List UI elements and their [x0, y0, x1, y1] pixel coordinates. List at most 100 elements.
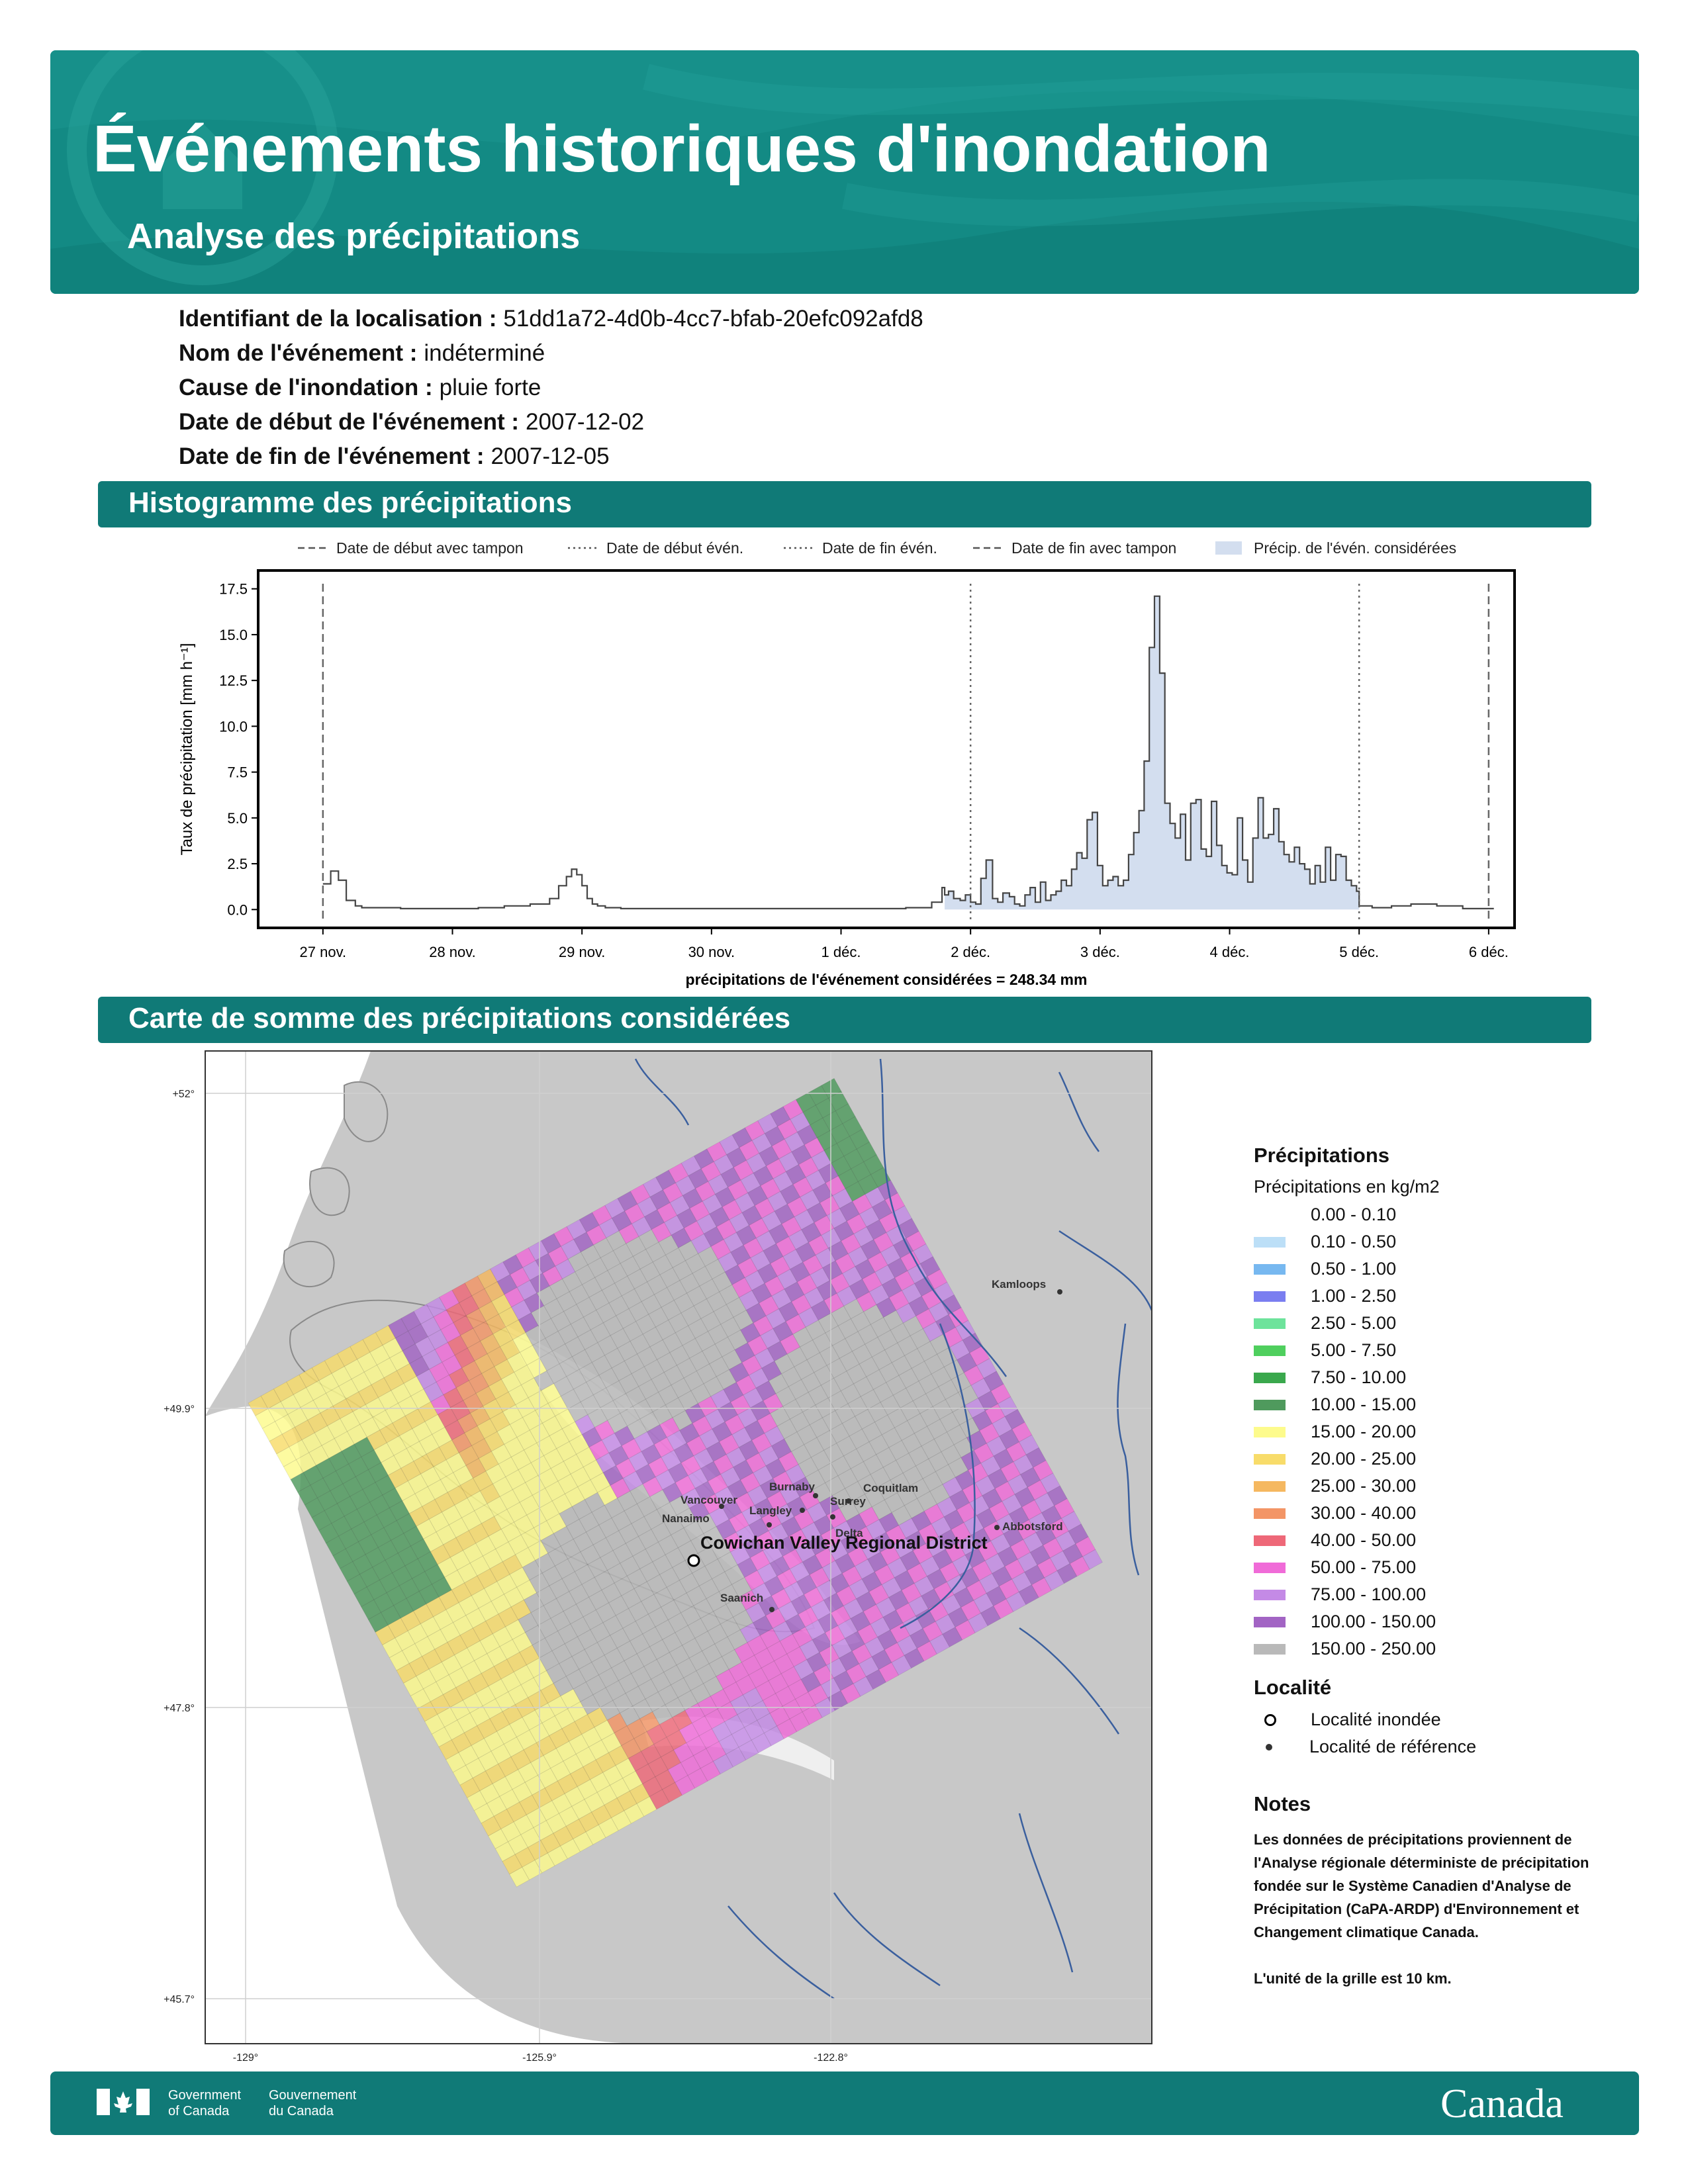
- legend-item: 20.00 - 25.00: [1254, 1445, 1624, 1473]
- meta-end-date: Date de fin de l'événement :2007-12-05: [179, 443, 610, 469]
- map-canvas: Kamloops Burnaby Coquitlam Vancouver Sur…: [205, 1051, 1152, 2044]
- legend-swatch: [1254, 1589, 1286, 1600]
- legend-label: Date de début évén.: [606, 539, 743, 557]
- legend-swatch: [1254, 1453, 1286, 1465]
- legend-item: 5.00 - 7.50: [1254, 1337, 1624, 1364]
- page-subtitle: Analyse des précipitations: [127, 216, 581, 256]
- y-tick-label: 5.0: [227, 810, 248, 827]
- legend-item: 40.00 - 50.00: [1254, 1527, 1624, 1554]
- legend-item: 100.00 - 150.00: [1254, 1608, 1624, 1635]
- legend-item-label: 25.00 - 30.00: [1311, 1476, 1417, 1496]
- x-tick-label: 3 déc.: [1080, 944, 1120, 960]
- legend-item-label: 10.00 - 15.00: [1311, 1394, 1417, 1414]
- precipitation-histogram: Date de début avec tampon Date de début é…: [178, 539, 1516, 988]
- legend-item-label: 0.50 - 1.00: [1311, 1259, 1397, 1279]
- legend-item-label: 0.00 - 0.10: [1311, 1205, 1397, 1224]
- legend-label: Date de début avec tampon: [336, 539, 524, 557]
- y-tick-label: 17.5: [219, 581, 248, 598]
- place-nanaimo: Nanaimo: [662, 1512, 710, 1525]
- legend-item: 30.00 - 40.00: [1254, 1500, 1624, 1527]
- legend-swatch: [1254, 1345, 1286, 1356]
- legend-item: 7.50 - 10.00: [1254, 1364, 1624, 1391]
- lat-label: +52°: [172, 1089, 195, 1100]
- legend-item: 10.00 - 15.00: [1254, 1391, 1624, 1418]
- event-metadata: Identifiant de la localisation :51dd1a72…: [179, 302, 1105, 474]
- lat-label: +45.7°: [164, 1994, 195, 2005]
- legend-flooded-locality: Localité inondée: [1254, 1706, 1624, 1733]
- x-tick-label: 29 nov.: [559, 944, 606, 960]
- chart-legend: Date de début avec tampon Date de début é…: [298, 539, 1456, 557]
- legend-item: 75.00 - 100.00: [1254, 1581, 1624, 1608]
- x-tick-label: 27 nov.: [300, 944, 347, 960]
- lon-label: -122.8°: [814, 2052, 848, 2064]
- legend-item-label: 50.00 - 75.00: [1311, 1557, 1417, 1577]
- legend-item-label: 30.00 - 40.00: [1311, 1503, 1417, 1523]
- place-abbotsford: Abbotsford: [1002, 1520, 1063, 1533]
- flooded-circle-icon: [1264, 1713, 1276, 1726]
- legend-swatch: [1254, 1480, 1286, 1492]
- section-histogram-title: Histogramme des précipitations: [128, 486, 572, 519]
- legend-swatch: [1254, 1263, 1286, 1275]
- legend-swatch: [1254, 1616, 1286, 1627]
- y-tick-label: 2.5: [227, 856, 248, 872]
- place-kamloops: Kamloops: [992, 1278, 1046, 1291]
- locality-title: Localité: [1254, 1676, 1332, 1699]
- precipitation-map: Kamloops Burnaby Coquitlam Vancouver Sur…: [164, 1050, 1152, 2064]
- legend-swatch: [1254, 1209, 1286, 1220]
- x-tick-label: 4 déc.: [1210, 944, 1250, 960]
- legend-item: 150.00 - 250.00: [1254, 1635, 1624, 1662]
- x-tick-label: 30 nov.: [688, 944, 735, 960]
- legend-swatch: [1254, 1236, 1286, 1248]
- legend-items: 0.00 - 0.10 0.10 - 0.50 0.50 - 1.00 1.00 - …: [1254, 1201, 1624, 1662]
- legend-subtitle: Précipitations en kg/m2: [1254, 1177, 1440, 1197]
- legend-reference-locality: Localité de référence: [1254, 1733, 1624, 1760]
- meta-location-id: Identifiant de la localisation :51dd1a72…: [179, 306, 923, 332]
- x-tick-label: 2 déc.: [951, 944, 990, 960]
- legend-item-label: 7.50 - 10.00: [1311, 1367, 1407, 1387]
- legend-item-label: 40.00 - 50.00: [1311, 1530, 1417, 1550]
- legend-title: Précipitations: [1254, 1144, 1389, 1167]
- x-tick-label: 28 nov.: [429, 944, 476, 960]
- y-tick-label: 7.5: [227, 764, 248, 781]
- legend-swatch: [1254, 1426, 1286, 1437]
- lon-label: -129°: [233, 2052, 258, 2064]
- legend-item: 0.10 - 0.50: [1254, 1228, 1624, 1255]
- canada-wordmark: Canada: [1440, 2081, 1564, 2126]
- chart-total-label: précipitations de l'événement considérée…: [686, 971, 1088, 988]
- legend-label: Date de fin avec tampon: [1011, 539, 1176, 557]
- y-tick-label: 0.0: [227, 901, 248, 918]
- legend-item-label: 1.00 - 2.50: [1311, 1286, 1397, 1306]
- lat-label: +49.9°: [164, 1404, 195, 1415]
- y-tick-label: 15.0: [219, 627, 248, 643]
- place-burnaby: Burnaby: [769, 1480, 816, 1493]
- x-tick-label: 5 déc.: [1339, 944, 1379, 960]
- y-tick-label: 12.5: [219, 672, 248, 689]
- chart-y-axis-label: Taux de précipitation [mm h⁻¹]: [178, 643, 196, 856]
- y-tick-label: 10.0: [219, 718, 248, 735]
- gov-en: Government of Canada: [168, 2088, 242, 2118]
- legend-swatch: [1254, 1508, 1286, 1519]
- legend-swatch: [1254, 1372, 1286, 1383]
- kamloops-marker: [1057, 1289, 1062, 1295]
- place-vancouver: Vancouver: [680, 1494, 737, 1506]
- header-banner: Événements historiques d'inondation Anal…: [50, 50, 1639, 294]
- canada-flag-icon: [97, 2089, 150, 2115]
- footer: Government of Canada Gouvernement du Can…: [50, 2071, 1639, 2135]
- legend-item-label: 15.00 - 20.00: [1311, 1422, 1417, 1441]
- legend-item: 50.00 - 75.00: [1254, 1554, 1624, 1581]
- section-histogram-header: Histogramme des précipitations: [98, 481, 1591, 527]
- place-main: Cowichan Valley Regional District: [700, 1533, 988, 1553]
- legend-item-label: 20.00 - 25.00: [1311, 1449, 1417, 1469]
- meta-start-date: Date de début de l'événement :2007-12-02: [179, 409, 645, 435]
- legend-swatch-fill: [1215, 541, 1242, 555]
- place-coquitlam: Coquitlam: [863, 1482, 918, 1494]
- legend-item-label: 100.00 - 150.00: [1311, 1612, 1436, 1631]
- legend-swatch: [1254, 1562, 1286, 1573]
- legend-item: 15.00 - 20.00: [1254, 1418, 1624, 1445]
- legend-swatch: [1254, 1535, 1286, 1546]
- meta-event-name: Nom de l'événement : indéterminé: [179, 340, 545, 366]
- legend-item-label: 150.00 - 250.00: [1311, 1639, 1436, 1659]
- grid-note: L'unité de la grille est 10 km.: [1254, 1970, 1452, 1987]
- legend-item: 0.50 - 1.00: [1254, 1255, 1624, 1283]
- x-tick-label: 1 déc.: [821, 944, 861, 960]
